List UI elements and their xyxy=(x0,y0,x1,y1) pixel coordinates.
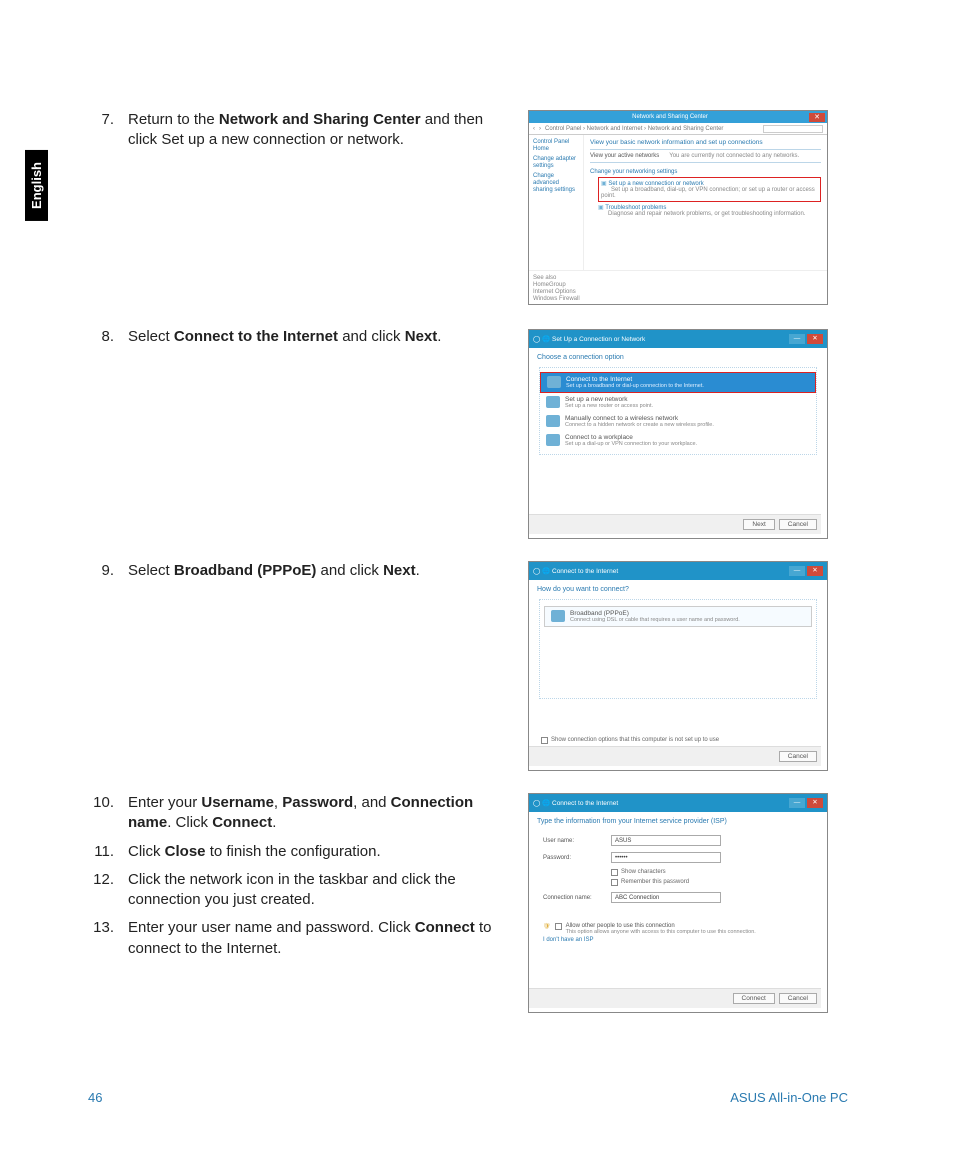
see-also-label: See also xyxy=(533,275,823,281)
minimize-icon[interactable]: — xyxy=(789,798,805,808)
opt-setup-new-connection[interactable]: ▣ Set up a new connection or network Set… xyxy=(598,177,821,202)
window-titlebar: Network and Sharing Center ✕ xyxy=(529,111,827,123)
connection-name-label: Connection name: xyxy=(543,895,605,901)
close-icon[interactable]: ✕ xyxy=(807,798,823,808)
side-link-adapter[interactable]: Change adapter settings xyxy=(533,156,579,169)
step-7-num: 7. xyxy=(88,110,128,151)
language-tab: English xyxy=(25,150,48,221)
dialog-title: Set Up a Connection or Network xyxy=(552,336,645,343)
close-icon[interactable]: ✕ xyxy=(809,113,825,122)
side-link-home[interactable]: Control Panel Home xyxy=(533,139,579,152)
search-input[interactable] xyxy=(763,125,823,133)
minimize-icon[interactable]: — xyxy=(789,566,805,576)
show-chars-checkbox[interactable] xyxy=(611,869,618,876)
username-label: User name: xyxy=(543,838,605,844)
footer-link-firewall[interactable]: Windows Firewall xyxy=(533,296,823,302)
building-icon xyxy=(546,434,560,446)
footer-link-internet-options[interactable]: Internet Options xyxy=(533,289,823,295)
step-11: 11. Click Close to finish the configurat… xyxy=(88,842,508,862)
footer-link-homegroup[interactable]: HomeGroup xyxy=(533,282,823,288)
section-heading: View your basic network information and … xyxy=(590,139,821,146)
step-12: 12. Click the network icon in the taskba… xyxy=(88,870,508,911)
page-footer: 46 ASUS All-in-One PC xyxy=(88,1090,848,1105)
fig-isp-credentials: ◯ 🌐 Connect to the Internet —✕ Type the … xyxy=(528,793,828,1013)
opt-broadband-pppoe[interactable]: Broadband (PPPoE)Connect using DSL or ca… xyxy=(544,606,812,627)
modem-icon xyxy=(551,610,565,622)
active-networks-label: View your active networks xyxy=(590,153,659,159)
change-settings-label: Change your networking settings xyxy=(590,169,821,175)
cancel-button[interactable]: Cancel xyxy=(779,751,817,762)
back-icon[interactable]: ◯ xyxy=(533,336,540,343)
step-8: 8. Select Connect to the Internet and cl… xyxy=(88,327,508,347)
username-field[interactable]: ASUS xyxy=(611,835,721,846)
back-icon[interactable]: ‹ xyxy=(533,126,535,132)
wifi-icon xyxy=(546,415,560,427)
footer-product: ASUS All-in-One PC xyxy=(730,1090,848,1105)
shield-icon: 🛡 xyxy=(543,923,551,930)
allow-others-note: This option allows anyone with access to… xyxy=(566,929,756,935)
fig-network-sharing-center: Network and Sharing Center ✕ ‹ › Control… xyxy=(528,110,828,305)
dialog-title: Connect to the Internet xyxy=(552,568,618,575)
opt-connect-internet[interactable]: Connect to the InternetSet up a broadban… xyxy=(540,372,816,393)
opt-troubleshoot[interactable]: ▣ Troubleshoot problems Diagnose and rep… xyxy=(598,204,821,217)
connection-name-field[interactable]: ABC Connection xyxy=(611,892,721,903)
breadcrumb[interactable]: Control Panel › Network and Internet › N… xyxy=(545,126,759,132)
step-7: 7. Return to the Network and Sharing Cen… xyxy=(88,110,508,151)
side-link-sharing[interactable]: Change advanced sharing settings xyxy=(533,173,579,193)
fig-connect-internet-how: ◯ 🌐 Connect to the Internet —✕ How do yo… xyxy=(528,561,828,771)
close-icon[interactable]: ✕ xyxy=(807,334,823,344)
opt-manual-wireless[interactable]: Manually connect to a wireless networkCo… xyxy=(540,412,816,431)
page-content: 7. Return to the Network and Sharing Cen… xyxy=(88,110,868,1035)
connect-button[interactable]: Connect xyxy=(733,993,775,1004)
remember-label: Remember this password xyxy=(621,879,689,886)
show-options-checkbox[interactable] xyxy=(541,737,548,744)
no-isp-link[interactable]: I don't have an ISP xyxy=(543,937,813,943)
show-chars-label: Show characters xyxy=(621,869,666,876)
dialog-prompt: How do you want to connect? xyxy=(529,580,827,599)
close-icon[interactable]: ✕ xyxy=(807,566,823,576)
dialog-title: Connect to the Internet xyxy=(552,800,618,807)
window-title: Network and Sharing Center xyxy=(531,114,809,120)
cancel-button[interactable]: Cancel xyxy=(779,993,817,1004)
fig-setup-connection: ◯ 🌐 Set Up a Connection or Network —✕ Ch… xyxy=(528,329,828,539)
step-9: 9. Select Broadband (PPPoE) and click Ne… xyxy=(88,561,508,581)
fwd-icon[interactable]: › xyxy=(539,126,541,132)
back-icon[interactable]: ◯ xyxy=(533,800,540,807)
opt-workplace[interactable]: Connect to a workplaceSet up a dial-up o… xyxy=(540,431,816,450)
globe-icon: 🌐 xyxy=(542,800,550,807)
cancel-button[interactable]: Cancel xyxy=(779,519,817,530)
globe-icon: 🌐 xyxy=(542,568,550,575)
next-button[interactable]: Next xyxy=(743,519,774,530)
dialog-prompt: Type the information from your Internet … xyxy=(529,812,827,831)
globe-icon: 🌐 xyxy=(542,336,550,343)
page-number: 46 xyxy=(88,1090,102,1105)
password-label: Password: xyxy=(543,855,605,861)
router-icon xyxy=(546,396,560,408)
globe-icon xyxy=(547,376,561,388)
back-icon[interactable]: ◯ xyxy=(533,568,540,575)
remember-checkbox[interactable] xyxy=(611,879,618,886)
step-10: 10. Enter your Username, Password, and C… xyxy=(88,793,508,834)
allow-others-checkbox[interactable] xyxy=(555,923,562,930)
step-13: 13. Enter your user name and password. C… xyxy=(88,918,508,959)
password-field[interactable]: •••••• xyxy=(611,852,721,863)
minimize-icon[interactable]: — xyxy=(789,334,805,344)
dialog-prompt: Choose a connection option xyxy=(529,348,827,367)
show-options-label: Show connection options that this comput… xyxy=(551,737,719,744)
opt-new-network[interactable]: Set up a new networkSet up a new router … xyxy=(540,393,816,412)
